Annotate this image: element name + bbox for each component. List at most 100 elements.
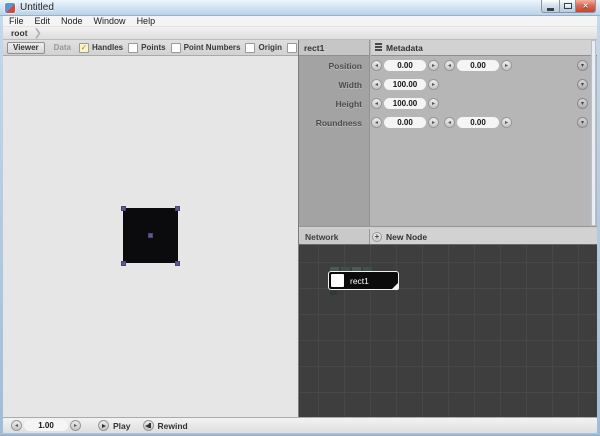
frame-spinner: ◂ 1.00 ▸ xyxy=(11,420,81,431)
checkbox-label: Points xyxy=(141,43,165,52)
roundness-x-spinner: ◂ 0.00 ▸ xyxy=(371,117,439,128)
spinner-decrement-icon[interactable]: ◂ xyxy=(371,98,382,109)
plus-icon: + xyxy=(372,232,382,242)
position-x-value[interactable]: 0.00 xyxy=(384,60,426,71)
checkbox-point-numbers[interactable]: Point Numbers xyxy=(171,43,241,53)
position-x-spinner: ◂ 0.00 ▸ xyxy=(371,60,439,71)
viewer-toolbar: Viewer Data ✓ Handles Points Point Numbe… xyxy=(3,40,298,56)
network-header: Network + New Node xyxy=(299,229,597,245)
rewind-icon xyxy=(143,420,154,431)
viewer-canvas[interactable] xyxy=(3,56,298,417)
spinner-increment-icon[interactable]: ▸ xyxy=(501,60,512,71)
maximize-button[interactable] xyxy=(560,0,575,13)
checkbox-label: Handles xyxy=(92,43,123,52)
checkbox-bounds[interactable]: Bounds xyxy=(287,43,298,53)
breadcrumb-root[interactable]: root xyxy=(11,28,28,38)
width-spinner: ◂ 100.00 ▸ xyxy=(371,79,439,90)
param-menu-button[interactable]: ▾ xyxy=(577,98,588,109)
roundness-y-spinner: ◂ 0.00 ▸ xyxy=(444,117,512,128)
close-button[interactable]: ✕ xyxy=(575,0,596,13)
roundness-y-value[interactable]: 0.00 xyxy=(457,117,499,128)
roundness-x-value[interactable]: 0.00 xyxy=(384,117,426,128)
frame-value[interactable]: 1.00 xyxy=(24,420,68,431)
height-value[interactable]: 100.00 xyxy=(384,98,426,109)
param-menu-button[interactable]: ▾ xyxy=(577,79,588,90)
tab-data[interactable]: Data xyxy=(51,43,74,52)
corner-handle-bottom-right[interactable] xyxy=(175,261,180,266)
menu-item-help[interactable]: Help xyxy=(137,16,156,26)
close-icon: ✕ xyxy=(583,2,589,10)
param-row-width: Width ◂ 100.00 ▸ ▾ xyxy=(299,75,597,94)
checkbox-box xyxy=(128,43,138,53)
app-icon xyxy=(5,3,15,13)
width-value[interactable]: 100.00 xyxy=(384,79,426,90)
menu-bar: File Edit Node Window Help xyxy=(3,16,597,27)
checkbox-label: Point Numbers xyxy=(184,43,241,52)
spinner-increment-icon[interactable]: ▸ xyxy=(428,60,439,71)
minimize-button[interactable] xyxy=(541,0,560,13)
param-scrollbar[interactable] xyxy=(591,40,596,226)
check-icon: ✓ xyxy=(81,44,88,52)
menu-item-edit[interactable]: Edit xyxy=(35,16,51,26)
checkbox-origin[interactable]: Origin xyxy=(245,43,282,53)
node-corner-fold-icon xyxy=(391,282,399,290)
metadata-header[interactable]: Metadata xyxy=(371,40,597,56)
param-row-position: Position ◂ 0.00 ▸ ◂ 0.00 ▸ ▾ xyxy=(299,56,597,75)
breadcrumb: root ❯ xyxy=(3,27,597,40)
play-button[interactable]: Play xyxy=(98,420,131,431)
chevron-right-icon: ❯ xyxy=(34,28,42,39)
spinner-increment-icon[interactable]: ▸ xyxy=(501,117,512,128)
network-grid[interactable]: rect1 xyxy=(299,245,597,417)
rewind-button[interactable]: Rewind xyxy=(143,420,188,431)
tab-viewer[interactable]: Viewer xyxy=(7,42,45,54)
checkbox-box xyxy=(287,43,297,53)
spinner-increment-icon[interactable]: ▸ xyxy=(70,420,81,431)
param-label: Height xyxy=(299,99,371,109)
param-row-height: Height ◂ 100.00 ▸ ▾ xyxy=(299,94,597,113)
spinner-increment-icon[interactable]: ▸ xyxy=(428,98,439,109)
rewind-label: Rewind xyxy=(158,421,188,431)
menu-item-window[interactable]: Window xyxy=(94,16,126,26)
node-rect1[interactable]: rect1 xyxy=(328,271,399,290)
spinner-increment-icon[interactable]: ▸ xyxy=(428,79,439,90)
maximize-icon xyxy=(564,3,572,9)
spinner-increment-icon[interactable]: ▸ xyxy=(428,117,439,128)
param-menu-button[interactable]: ▾ xyxy=(577,60,588,71)
checkbox-label: Origin xyxy=(258,43,282,52)
menu-item-file[interactable]: File xyxy=(9,16,24,26)
spinner-decrement-icon[interactable]: ◂ xyxy=(371,117,382,128)
metadata-label: Metadata xyxy=(386,43,423,53)
corner-handle-top-left[interactable] xyxy=(121,206,126,211)
spinner-decrement-icon[interactable]: ◂ xyxy=(11,420,22,431)
param-label: Roundness xyxy=(299,118,371,128)
spinner-decrement-icon[interactable]: ◂ xyxy=(371,79,382,90)
node-name-label: rect1 xyxy=(350,276,369,286)
new-node-label: New Node xyxy=(386,232,427,242)
corner-handle-bottom-left[interactable] xyxy=(121,261,126,266)
window-controls: ✕ xyxy=(541,0,596,13)
right-panel: rect1 Metadata Position ◂ 0.00 ▸ ◂ 0.00 … xyxy=(299,40,597,417)
corner-handle-top-right[interactable] xyxy=(175,206,180,211)
selected-node-name: rect1 xyxy=(299,40,370,56)
app-window: Untitled ✕ File Edit Node Window Help ro… xyxy=(0,0,600,436)
spinner-decrement-icon[interactable]: ◂ xyxy=(371,60,382,71)
param-row-roundness: Roundness ◂ 0.00 ▸ ◂ 0.00 ▸ ▾ xyxy=(299,113,597,132)
node-output-port[interactable] xyxy=(330,291,337,295)
center-handle[interactable] xyxy=(148,233,153,238)
play-icon xyxy=(98,420,109,431)
spinner-decrement-icon[interactable]: ◂ xyxy=(444,117,455,128)
new-node-button[interactable]: + New Node xyxy=(372,230,427,243)
checkbox-box: ✓ xyxy=(79,43,89,53)
window-border-left xyxy=(0,16,3,436)
title-bar: Untitled ✕ xyxy=(0,0,600,16)
position-y-spinner: ◂ 0.00 ▸ xyxy=(444,60,512,71)
position-y-value[interactable]: 0.00 xyxy=(457,60,499,71)
checkbox-box xyxy=(171,43,181,53)
spinner-decrement-icon[interactable]: ◂ xyxy=(444,60,455,71)
param-menu-button[interactable]: ▾ xyxy=(577,117,588,128)
param-label: Position xyxy=(299,61,371,71)
menu-item-node[interactable]: Node xyxy=(61,16,83,26)
checkbox-points[interactable]: Points xyxy=(128,43,165,53)
network-pane-label: Network xyxy=(299,229,370,244)
checkbox-handles[interactable]: ✓ Handles xyxy=(79,43,123,53)
